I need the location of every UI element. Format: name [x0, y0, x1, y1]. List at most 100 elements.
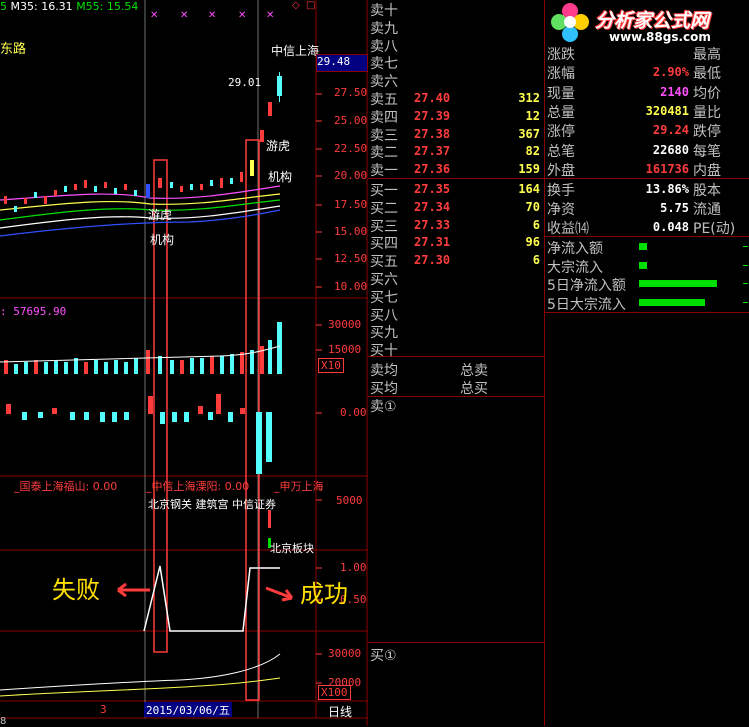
quote-row: 换手 13.86% 股本 [545, 180, 749, 199]
quote-label-right: 跌停 [693, 124, 721, 141]
quote-label-right: PE(动) [693, 221, 736, 237]
svg-text:✕: ✕ [150, 10, 158, 21]
logo-url: www.88gs.com [609, 30, 711, 44]
quote-value: 29.24 [652, 123, 689, 138]
bottom-tick: 30000 [328, 647, 362, 660]
sell-level-row: 卖十 [368, 0, 544, 19]
sell-level-row[interactable]: 卖五 27.40 312 [368, 89, 544, 108]
quote-label: 涨停 [547, 124, 575, 141]
buy-level-row[interactable]: 买五 27.30 6 [368, 251, 544, 270]
broker-tick: 5000 [336, 494, 363, 507]
sell-queue-label[interactable]: 卖① [370, 396, 397, 416]
level-price: 27.37 [414, 144, 451, 159]
quote-label: 涨幅 [547, 66, 575, 83]
quote-label-right: 内盘 [693, 162, 721, 179]
bottom-multiplier: X100 [318, 685, 351, 700]
moving-average-lines [0, 185, 281, 237]
flow-bar [639, 243, 647, 250]
ma-legend: 5 M35: 16.31 M55: 15.54 [0, 0, 138, 13]
broker-label: _中信上海溧阳: 0.00 [146, 480, 250, 493]
peak-price-label: 29.01 [228, 76, 262, 89]
quote-value: 0.048 [652, 220, 689, 234]
stock-name-left: 东路 [0, 42, 27, 57]
annotation-jigou: 机构 [150, 233, 175, 247]
buy-level-row[interactable]: 买四 27.31 96 [368, 233, 544, 252]
quote-row: 总笔 22680 每笔 [545, 141, 749, 160]
buy-level-row: 买九 [368, 322, 544, 341]
level-price: 27.40 [414, 91, 451, 105]
quote-value: 13.86% [645, 182, 689, 196]
sell-level-row[interactable]: 卖一 27.36 159 [368, 160, 544, 179]
avg-buy-label: 买均 [370, 381, 398, 397]
buy-queue-label[interactable]: 买① [370, 645, 397, 665]
quote-label-right: 每笔 [693, 143, 721, 160]
level-volume: 12 [525, 108, 540, 123]
price-tick: 10.00 [334, 280, 368, 293]
quote-value: 2.90% [652, 65, 689, 80]
current-price-box: 29.48 [316, 54, 368, 72]
quote-label: 总笔 [547, 143, 575, 160]
price-tick: 15.00 [334, 225, 368, 238]
level-price: 27.30 [414, 253, 451, 268]
sell-level-row[interactable]: 卖四 27.39 12 [368, 107, 544, 126]
broker-bottom-label: 北京板块 [270, 542, 314, 555]
level-price: 27.39 [414, 108, 451, 123]
logo-text: 分析家公式网 [595, 10, 710, 32]
quote-label: 涨跌 [547, 47, 575, 63]
buy-level-row: 买六 [368, 269, 544, 288]
annotation-jigou: 机构 [268, 170, 293, 184]
quote-label-right: 最高 [693, 47, 721, 63]
price-tick: 27.50 [334, 86, 368, 99]
buy-level-row: 买七 [368, 287, 544, 306]
level-price: 27.34 [414, 199, 451, 214]
quote-row: 涨停 29.24 跌停 [545, 121, 749, 140]
quote-row: 总量 320481 量比 [545, 102, 749, 121]
flow-zero-tick: 0.00 [340, 406, 367, 419]
quote-label-right: 股本 [693, 183, 721, 199]
quote-value: 161736 [645, 161, 689, 176]
quote-label-right: 流通 [693, 202, 721, 218]
sell-level-row: 卖九 [368, 18, 544, 37]
level-volume: 96 [525, 235, 540, 250]
flow-tick-mark [743, 283, 748, 284]
level-volume: 367 [518, 126, 540, 141]
quote-panel: 分析家公式网 www.88gs.com 涨跌 最高 涨幅 2.90% 最低 现量… [545, 0, 749, 726]
flow-bar [639, 280, 717, 287]
quote-row: 净资 5.75 流通 [545, 199, 749, 218]
price-tick: 20.00 [334, 169, 368, 182]
flow-row: 大宗流入 [545, 257, 749, 276]
price-tick: 12.50 [334, 252, 368, 265]
flow-bar [639, 298, 705, 306]
flow-tick-mark [743, 301, 748, 303]
volume-tick: 30000 [328, 318, 362, 331]
flow-label: 5日大宗流入 [547, 296, 626, 313]
quote-label-right: 最低 [693, 66, 721, 83]
quote-row: 涨跌 最高 [545, 44, 749, 63]
buy-level-row[interactable]: 买三 27.33 6 [368, 216, 544, 235]
sell-level-row[interactable]: 卖三 27.38 367 [368, 125, 544, 144]
buy-level-row[interactable]: 买一 27.35 164 [368, 180, 544, 199]
flow-bar [639, 261, 647, 269]
level-volume: 312 [518, 91, 540, 105]
kline-chart[interactable]: ✕ ✕ ✕ ✕ ✕ [0, 0, 368, 726]
order-book: 卖十 卖九 卖八 卖七 卖六 卖五 27.40 312 卖四 27.39 12 … [368, 0, 545, 726]
success-label: 成功 [300, 580, 348, 608]
broker-label: _国泰上海福山: 0.00 [14, 480, 118, 493]
quote-row: 涨幅 2.90% 最低 [545, 63, 749, 82]
quote-label: 外盘 [547, 162, 575, 179]
sell-level-row[interactable]: 卖二 27.37 82 [368, 142, 544, 161]
volume-bars [0, 322, 282, 374]
volume-value: : 57695.90 [0, 305, 67, 318]
level-price: 27.31 [414, 235, 451, 250]
broker-names: 北京钢关 建筑宫 中信证券 [148, 498, 276, 511]
sell-level-row: 卖八 [368, 36, 544, 55]
price-tick: 22.50 [334, 142, 368, 155]
buy-level-row[interactable]: 买二 27.34 70 [368, 198, 544, 217]
period-label[interactable]: 日线 [328, 703, 352, 720]
level-price: 27.33 [414, 217, 451, 232]
flow-label: 5日净流入额 [547, 278, 626, 294]
quote-label: 收益⒁ [547, 221, 589, 237]
ma55-value: M55: 15.54 [76, 0, 139, 13]
level-volume: 6 [532, 253, 540, 268]
chart-area[interactable]: ✕ ✕ ✕ ✕ ✕ 5 M35: 16.31 M55: 15.54 ◇ □ 东路 中信… [0, 0, 368, 727]
